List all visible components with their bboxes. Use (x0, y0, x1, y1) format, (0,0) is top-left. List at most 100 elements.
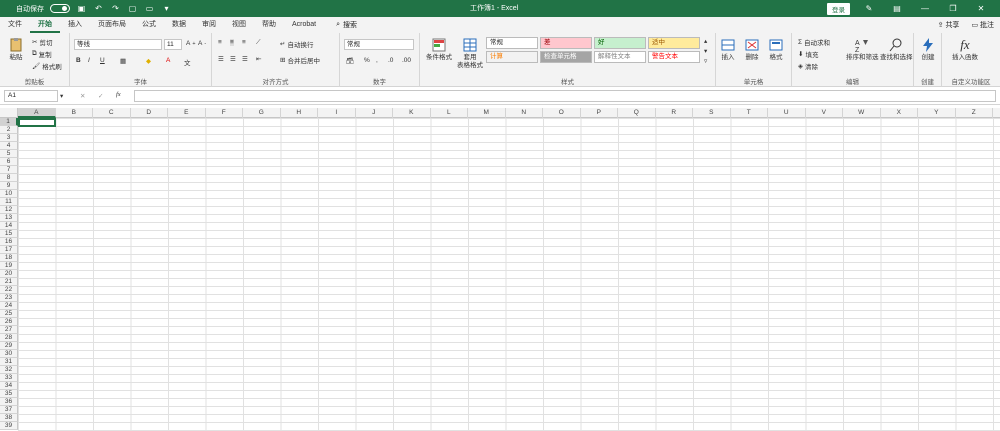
customize-toolbar-icon[interactable]: ▾ (161, 3, 172, 14)
column-header[interactable]: Y (918, 108, 956, 118)
column-header[interactable]: J (356, 108, 393, 118)
decrease-font-icon[interactable]: A- (198, 40, 206, 47)
row-header[interactable]: 4 (0, 142, 18, 150)
row-header[interactable]: 15 (0, 230, 18, 238)
row-header[interactable]: 11 (0, 198, 18, 206)
column-header[interactable]: K (393, 108, 431, 118)
cancel-formula-icon[interactable]: ✕ (80, 92, 85, 100)
italic-button[interactable]: I (88, 57, 90, 64)
cell-style-item[interactable]: 差 (540, 37, 592, 49)
row-header[interactable]: 27 (0, 326, 18, 334)
cell-style-item[interactable]: 计算 (486, 51, 538, 63)
enter-formula-icon[interactable]: ✓ (98, 92, 103, 100)
column-header[interactable]: A (18, 108, 56, 118)
undo-icon[interactable]: ↶ (93, 3, 104, 14)
orientation-icon[interactable]: ⟋ (256, 39, 261, 47)
gallery-more-icon[interactable]: ▿ (704, 57, 707, 65)
select-all-corner[interactable] (0, 108, 18, 118)
row-header[interactable]: 30 (0, 350, 18, 358)
align-middle-icon[interactable]: ≡ (230, 39, 234, 46)
row-header[interactable]: 35 (0, 390, 18, 398)
sort-filter-button[interactable]: AZ 排序和筛选 (846, 37, 879, 62)
tab-help[interactable]: 帮助 (254, 17, 284, 33)
underline-button[interactable]: U (100, 57, 105, 64)
font-color-icon[interactable]: A (166, 57, 170, 64)
row-header[interactable]: 33 (0, 374, 18, 382)
accounting-icon[interactable]: 🗃 (346, 57, 354, 65)
column-header[interactable]: G (243, 108, 281, 118)
column-header[interactable]: T (731, 108, 768, 118)
gallery-scroll-up-icon[interactable]: ▴ (704, 37, 707, 45)
row-header[interactable]: 21 (0, 278, 18, 286)
row-header[interactable]: 39 (0, 422, 18, 430)
bold-button[interactable]: B (76, 57, 81, 64)
row-header[interactable]: 36 (0, 398, 18, 406)
wrap-text-button[interactable]: ↵ 自动换行 (280, 39, 313, 49)
row-header[interactable]: 16 (0, 238, 18, 246)
percent-icon[interactable]: % (364, 57, 370, 64)
row-header[interactable]: 38 (0, 414, 18, 422)
close-button[interactable]: ✕ (972, 4, 990, 13)
row-header[interactable]: 18 (0, 254, 18, 262)
row-header[interactable]: 20 (0, 270, 18, 278)
row-header[interactable]: 31 (0, 358, 18, 366)
restore-button[interactable]: ❐ (944, 4, 962, 13)
tab-review[interactable]: 审阅 (194, 17, 224, 33)
format-cells-button[interactable]: 格式 (768, 37, 784, 62)
cell-style-item[interactable]: 解释性文本 (594, 51, 646, 63)
cell-style-item[interactable]: 检查单元格 (540, 51, 592, 63)
clear-button[interactable]: ◈ 清除 (798, 61, 818, 71)
increase-font-icon[interactable]: A + (186, 40, 196, 47)
column-header[interactable]: Z (956, 108, 993, 118)
column-header[interactable]: O (543, 108, 581, 118)
row-header[interactable]: 9 (0, 182, 18, 190)
comments-button[interactable]: ▭ 批注 (971, 20, 994, 30)
column-header[interactable]: D (131, 108, 168, 118)
increase-decimal-icon[interactable]: .0 (388, 57, 393, 64)
row-header[interactable]: 23 (0, 294, 18, 302)
column-header[interactable]: P (581, 108, 618, 118)
number-format-select[interactable]: 常规 (344, 39, 414, 50)
signin-button[interactable]: 登录 (827, 2, 850, 15)
cell-area[interactable] (18, 118, 1000, 431)
font-size-select[interactable]: 11 (164, 39, 182, 50)
copy-button[interactable]: ⧉ 复制 (32, 49, 52, 59)
column-header[interactable]: F (206, 108, 243, 118)
tell-me-search[interactable]: ⌕ 搜索 (336, 20, 357, 30)
format-as-table-button[interactable]: 套用 表格格式 (454, 37, 486, 70)
row-header[interactable]: 6 (0, 158, 18, 166)
column-header[interactable]: W (843, 108, 881, 118)
ribbon-display-icon[interactable]: ▤ (888, 4, 906, 13)
cell-style-item[interactable]: 适中 (648, 37, 700, 49)
column-header[interactable]: S (693, 108, 731, 118)
align-right-icon[interactable]: ☰ (242, 55, 248, 63)
active-cell-a1[interactable] (18, 118, 56, 127)
row-header[interactable]: 12 (0, 206, 18, 214)
insert-function-button[interactable]: fx 插入函数 (952, 37, 978, 62)
decrease-decimal-icon[interactable]: .00 (402, 57, 411, 64)
indent-icon[interactable]: ⇤ (256, 55, 261, 63)
save-icon[interactable]: ▣ (76, 3, 87, 14)
row-header[interactable]: 10 (0, 190, 18, 198)
cell-style-item[interactable]: 常规 (486, 37, 538, 49)
phonetic-icon[interactable]: 文 (184, 57, 191, 67)
namebox-dropdown-icon[interactable]: ▾ (60, 92, 63, 100)
row-header[interactable]: 17 (0, 246, 18, 254)
row-header[interactable]: 24 (0, 302, 18, 310)
create-button[interactable]: 创建 (920, 37, 936, 62)
name-box[interactable]: A1 (4, 90, 58, 102)
find-select-button[interactable]: 查找和选择 (880, 37, 913, 62)
insert-cells-button[interactable]: 插入 (720, 37, 736, 62)
row-header[interactable]: 13 (0, 214, 18, 222)
row-header[interactable]: 26 (0, 318, 18, 326)
column-header[interactable]: M (468, 108, 506, 118)
share-button[interactable]: ⇪ 共享 (938, 20, 960, 30)
pen-icon[interactable]: ✎ (860, 4, 878, 13)
new-file-icon[interactable]: ▢ (127, 3, 138, 14)
row-header[interactable]: 5 (0, 150, 18, 158)
column-header[interactable]: E (168, 108, 206, 118)
tab-data[interactable]: 数据 (164, 17, 194, 33)
column-header[interactable]: B (56, 108, 93, 118)
row-header[interactable]: 34 (0, 382, 18, 390)
border-icon[interactable]: ▦ (120, 57, 126, 65)
